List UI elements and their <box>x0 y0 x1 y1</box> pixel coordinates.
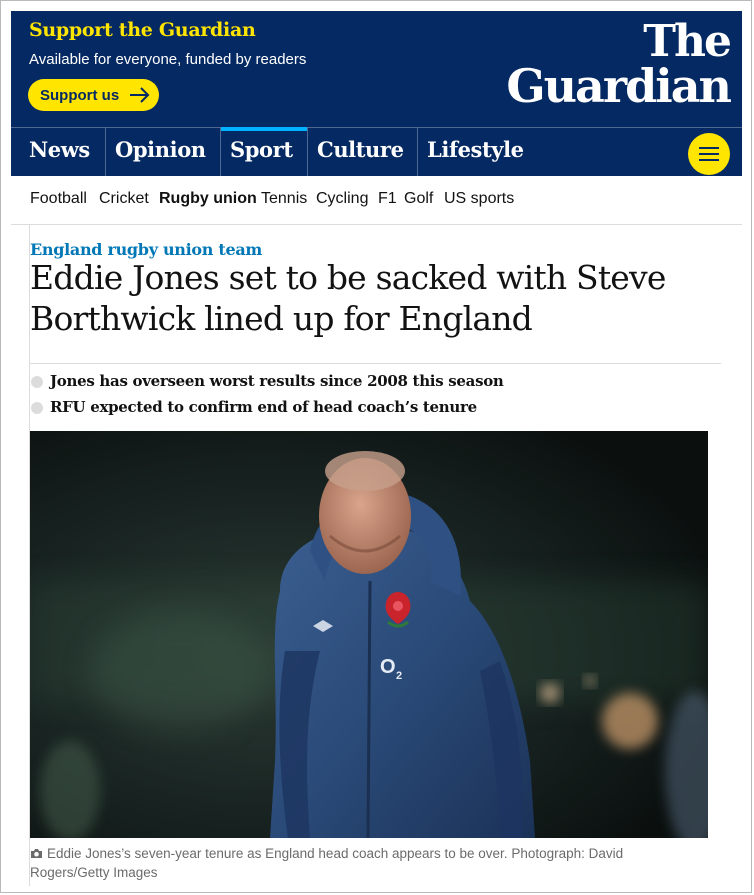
nav-item-opinion[interactable]: Opinion <box>105 128 220 176</box>
logo-line-1: The <box>643 16 732 67</box>
site-header: Support the Guardian Available for every… <box>11 11 742 127</box>
hamburger-menu-icon[interactable] <box>688 133 730 175</box>
svg-text:2: 2 <box>396 670 402 682</box>
arrow-right-icon <box>130 87 150 103</box>
nav-item-news[interactable]: News <box>11 128 105 176</box>
support-us-label: Support us <box>40 86 120 104</box>
photo-caption: Eddie Jones’s seven-year tenure as Engla… <box>30 844 670 882</box>
subnav-item-tennis[interactable]: Tennis <box>261 190 307 208</box>
menu-bar <box>699 153 719 155</box>
subnav-item-cricket[interactable]: Cricket <box>99 190 149 208</box>
page-frame: Support the Guardian Available for every… <box>0 0 752 893</box>
subnav-item-f1[interactable]: F1 <box>378 190 397 208</box>
main-nav: News Opinion Sport Culture Lifestyle <box>11 127 742 176</box>
coach-photo-illustration: O 2 <box>30 431 708 838</box>
svg-text:O: O <box>380 656 396 678</box>
menu-bar <box>699 147 719 149</box>
article-main-photo: O 2 <box>30 431 708 838</box>
logo-line-2: Guardian <box>506 59 732 113</box>
standfirst-bullet: Jones has overseen worst results since 2… <box>30 372 504 391</box>
sport-subnav: Football Cricket Rugby union Tennis Cycl… <box>11 176 742 225</box>
standfirst-divider <box>30 363 721 364</box>
menu-bar <box>699 159 719 161</box>
subnav-item-golf[interactable]: Golf <box>404 190 433 208</box>
guardian-logo[interactable]: The Guardian <box>502 16 732 113</box>
subnav-item-cycling[interactable]: Cycling <box>316 190 368 208</box>
nav-item-sport[interactable]: Sport <box>220 127 307 176</box>
nav-item-culture[interactable]: Culture <box>307 128 417 176</box>
support-subtitle: Available for everyone, funded by reader… <box>29 51 307 68</box>
standfirst-list: Jones has overseen worst results since 2… <box>30 372 504 424</box>
article-headline: Eddie Jones set to be sacked with Steve … <box>30 258 666 338</box>
standfirst-bullet: RFU expected to confirm end of head coac… <box>30 398 504 417</box>
nav-item-lifestyle[interactable]: Lifestyle <box>417 128 527 176</box>
subnav-item-us-sports[interactable]: US sports <box>444 190 514 208</box>
support-us-button[interactable]: Support us <box>28 79 159 111</box>
subnav-item-rugby-union[interactable]: Rugby union <box>159 190 257 208</box>
camera-icon <box>31 849 42 858</box>
support-title: Support the Guardian <box>29 19 256 41</box>
caption-text: Eddie Jones’s seven-year tenure as Engla… <box>30 846 624 880</box>
subnav-item-football[interactable]: Football <box>30 190 87 208</box>
page-content: Support the Guardian Available for every… <box>11 11 742 886</box>
